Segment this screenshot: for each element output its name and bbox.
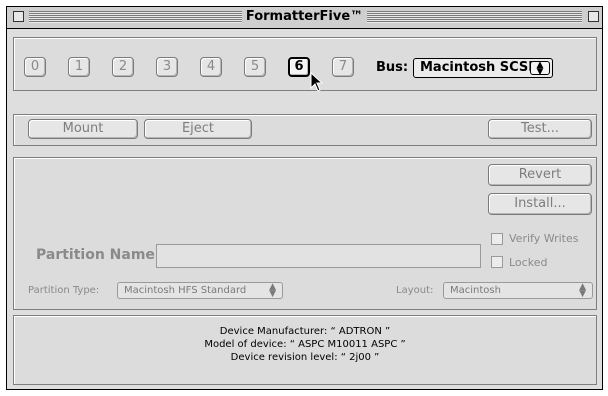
partition-name-field[interactable] — [156, 244, 481, 268]
partition-name-label: Partition Name: — [36, 247, 161, 263]
locked-checkbox[interactable] — [491, 256, 503, 268]
bus-select-arrows-icon: ▲ ▼ — [530, 61, 550, 77]
bus-label: Bus: — [376, 60, 409, 75]
locked-label: Locked — [509, 256, 548, 269]
partition-type-value: Macintosh HFS Standard — [124, 285, 247, 296]
eject-button[interactable]: Eject — [144, 119, 252, 139]
partition-type-select[interactable]: Macintosh HFS Standard ▲ ▼ — [117, 282, 283, 299]
bus-select-value: Macintosh SCSI — [420, 60, 534, 75]
layout-select[interactable]: Macintosh ▲ ▼ — [443, 282, 593, 299]
layout-arrows-icon: ▲ ▼ — [579, 282, 586, 299]
scsi-id-7-button[interactable]: 7 — [332, 57, 354, 77]
partition-type-label: Partition Type: — [28, 285, 100, 296]
layout-value: Macintosh — [450, 285, 501, 296]
scsi-id-1-button[interactable]: 1 — [68, 57, 90, 77]
scsi-id-6-button[interactable]: 6 — [288, 57, 310, 77]
device-info-panel: Device Manufacturer: “ ADTRON ” Model of… — [13, 315, 597, 385]
mount-button[interactable]: Mount — [28, 119, 138, 139]
scsi-id-2-button[interactable]: 2 — [112, 57, 134, 77]
test-button[interactable]: Test... — [488, 119, 592, 139]
scsi-id-3-button[interactable]: 3 — [156, 57, 178, 77]
layout-label: Layout: — [396, 285, 434, 296]
close-box-icon[interactable] — [13, 11, 24, 22]
mouse-pointer-icon — [310, 72, 324, 92]
zoom-box-icon[interactable] — [588, 11, 599, 22]
title-bar-stripes — [29, 11, 582, 23]
install-button[interactable]: Install... — [488, 193, 592, 215]
scsi-id-4-button[interactable]: 4 — [200, 57, 222, 77]
device-revision: Device revision level: “ 2j00 ” — [230, 352, 380, 363]
scsi-id-0-button[interactable]: 0 — [24, 57, 46, 77]
verify-writes-label: Verify Writes — [509, 232, 579, 245]
revert-button[interactable]: Revert — [488, 164, 592, 186]
bus-select[interactable]: Macintosh SCSI ▲ ▼ — [413, 58, 553, 78]
device-manufacturer: Device Manufacturer: “ ADTRON ” — [219, 326, 391, 337]
title-bar[interactable]: FormatterFive™ — [7, 7, 602, 29]
verify-writes-checkbox[interactable] — [491, 233, 503, 245]
device-model: Model of device: “ ASPC M10011 ASPC ” — [204, 339, 406, 350]
scsi-id-5-button[interactable]: 5 — [244, 57, 266, 77]
partition-type-arrows-icon: ▲ ▼ — [269, 282, 276, 299]
